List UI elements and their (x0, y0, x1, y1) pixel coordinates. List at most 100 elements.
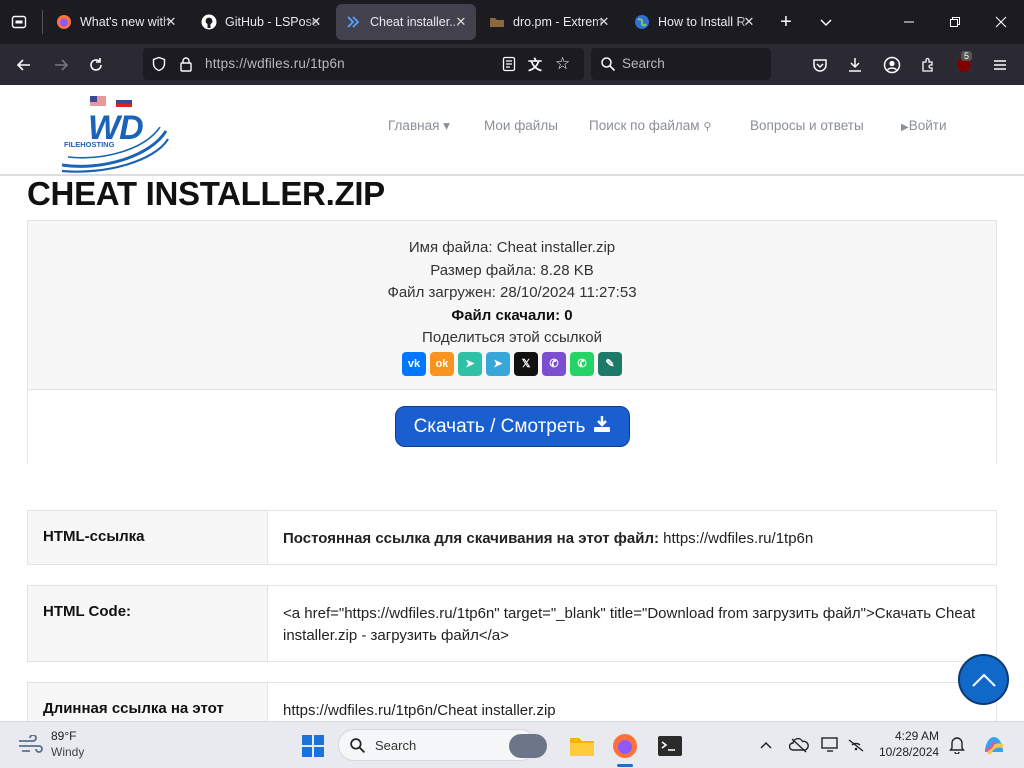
download-icon (593, 415, 611, 439)
wdfiles-icon (346, 14, 362, 30)
file-name-line: Имя файла: Cheat installer.zip (408, 239, 616, 256)
x-icon[interactable]: 𝕏 (514, 351, 538, 376)
weather-icon[interactable] (16, 733, 44, 757)
globe-icon (634, 14, 650, 30)
translate-icon[interactable]: 文 (528, 55, 542, 75)
file-explorer-icon[interactable] (567, 731, 597, 761)
download-area: Скачать / Смотреть (28, 390, 996, 464)
clock-time[interactable]: 4:29 AM (895, 729, 939, 743)
close-tab-icon[interactable]: ✕ (162, 13, 180, 31)
close-tab-icon[interactable]: ✕ (740, 13, 758, 31)
tab-cheat-installer[interactable]: Cheat installer... ✕ (336, 4, 476, 40)
ublock-icon[interactable]: 5 (952, 51, 976, 77)
close-tab-icon[interactable]: ✕ (595, 13, 613, 31)
chevron-up-icon[interactable] (757, 735, 775, 755)
share-buttons: vk ok ➤ ➤ 𝕏 ✆ ✆ ✎ (28, 351, 996, 376)
page-content: WD FILEHOSTING Главная ▾ Мои файлы Поиск… (0, 85, 1024, 721)
sms-icon[interactable]: ➤ (458, 351, 482, 376)
address-bar[interactable]: https://wdfiles.ru/1tp6n 文 ☆ (143, 48, 584, 80)
vk-icon[interactable]: vk (402, 351, 426, 376)
whatsapp-icon[interactable]: ✆ (570, 351, 594, 376)
weather-desc[interactable]: Windy (51, 745, 84, 759)
firefox-taskbar-icon[interactable] (610, 731, 640, 761)
scroll-to-top-button[interactable] (958, 654, 1009, 705)
download-button[interactable]: Скачать / Смотреть (395, 406, 630, 447)
chevron-up-icon (971, 673, 996, 687)
shield-icon[interactable] (151, 56, 167, 77)
folder-icon (489, 14, 505, 30)
permanent-link[interactable]: https://wdfiles.ru/1tp6n (659, 530, 813, 547)
weather-temp[interactable]: 89°F (51, 729, 76, 743)
reader-view-icon[interactable] (501, 56, 517, 77)
bookmark-star-icon[interactable]: ☆ (555, 54, 570, 74)
windows-start-icon[interactable] (301, 734, 325, 758)
file-size-line: Размер файла: 8.28 KB (430, 261, 594, 279)
caret-right-icon: ▶ (901, 122, 909, 133)
search-placeholder: Search (622, 56, 665, 71)
notification-bell-icon[interactable] (946, 734, 968, 756)
link-icon[interactable]: ✎ (598, 351, 622, 376)
new-tab-icon[interactable]: + (775, 11, 797, 33)
lock-icon[interactable] (179, 56, 193, 77)
navigation-toolbar: https://wdfiles.ru/1tp6n 文 ☆ Search 5 (0, 44, 1024, 85)
back-icon[interactable] (12, 53, 36, 77)
html-code-row: HTML Code: <a href="https://wdfiles.ru/1… (27, 585, 997, 662)
page-title: CHEAT INSTALLER.ZIP (27, 175, 385, 212)
search-icon (600, 56, 616, 77)
chevron-down-icon[interactable] (815, 11, 837, 33)
extension-badge: 5 (961, 51, 973, 61)
long-link-value[interactable]: https://wdfiles.ru/1tp6n/Cheat installer… (268, 683, 996, 721)
pocket-icon[interactable] (808, 53, 832, 77)
github-icon (201, 14, 217, 30)
account-icon[interactable] (880, 53, 904, 77)
html-link-row: HTML-ссылка Постоянная ссылка для скачив… (27, 510, 997, 565)
tab-github[interactable]: GitHub - LSPose ✕ (191, 4, 331, 40)
search-highlight-icon (509, 734, 547, 758)
tab-whats-new[interactable]: What's new with ✕ (46, 4, 186, 40)
downloads-icon[interactable] (843, 53, 867, 77)
site-header: WD FILEHOSTING Главная ▾ Мои файлы Поиск… (0, 85, 1024, 176)
nav-home[interactable]: Главная ▾ (388, 118, 450, 134)
close-window-icon[interactable] (990, 11, 1012, 33)
row-label: HTML Code: (28, 586, 268, 661)
nav-login[interactable]: ▶Войти (901, 118, 946, 133)
telegram-icon[interactable]: ➤ (486, 351, 510, 376)
minimize-icon[interactable] (898, 11, 920, 33)
taskbar-search[interactable]: Search (338, 729, 547, 761)
menu-icon[interactable] (988, 53, 1012, 77)
share-label: Поделиться этой ссылкой (422, 329, 602, 346)
tab-how-to-install[interactable]: How to Install R ✕ (624, 4, 764, 40)
firefox-view-icon[interactable] (8, 11, 30, 33)
site-logo[interactable]: WD FILEHOSTING (60, 107, 170, 173)
cloud-sync-icon[interactable] (788, 734, 810, 756)
viber-icon[interactable]: ✆ (542, 351, 566, 376)
row-label: Длинная ссылка на этот (28, 683, 268, 721)
network-icon[interactable] (845, 734, 867, 756)
terminal-icon[interactable] (655, 731, 685, 761)
reload-icon[interactable] (84, 53, 108, 77)
clock-date[interactable]: 10/28/2024 (879, 745, 939, 759)
copilot-icon[interactable] (980, 731, 1008, 759)
search-icon: ⚲ (703, 121, 712, 133)
download-count: Файл скачали: 0 (451, 306, 573, 324)
close-tab-icon[interactable]: ✕ (307, 13, 325, 31)
restore-icon[interactable] (944, 11, 966, 33)
windows-taskbar: 89°F Windy Search 4:29 AM 10/28/2024 (0, 721, 1024, 768)
display-icon[interactable] (819, 734, 841, 756)
file-info-panel: Имя файла: Cheat installer.zip Размер фа… (27, 220, 997, 464)
nav-my-files[interactable]: Мои файлы (484, 118, 558, 133)
odnoklassniki-icon[interactable]: ok (430, 351, 454, 376)
forward-icon[interactable] (49, 53, 73, 77)
html-code-value[interactable]: <a href="https://wdfiles.ru/1tp6n" targe… (268, 586, 996, 661)
nav-faq[interactable]: Вопросы и ответы (750, 118, 864, 133)
divider (42, 10, 43, 34)
row-value: Постоянная ссылка для скачивания на этот… (283, 530, 814, 547)
firefox-icon (56, 14, 72, 30)
extensions-icon[interactable] (916, 53, 940, 77)
file-uploaded-line: Файл загружен: 28/10/2024 11:27:53 (387, 284, 637, 301)
close-tab-icon[interactable]: ✕ (452, 13, 470, 31)
tab-dro-pm[interactable]: dro.pm - Extrem ✕ (479, 4, 619, 40)
search-bar[interactable]: Search (591, 48, 771, 80)
row-label: HTML-ссылка (28, 511, 268, 564)
nav-search-files[interactable]: Поиск по файлам ⚲ (589, 118, 711, 133)
